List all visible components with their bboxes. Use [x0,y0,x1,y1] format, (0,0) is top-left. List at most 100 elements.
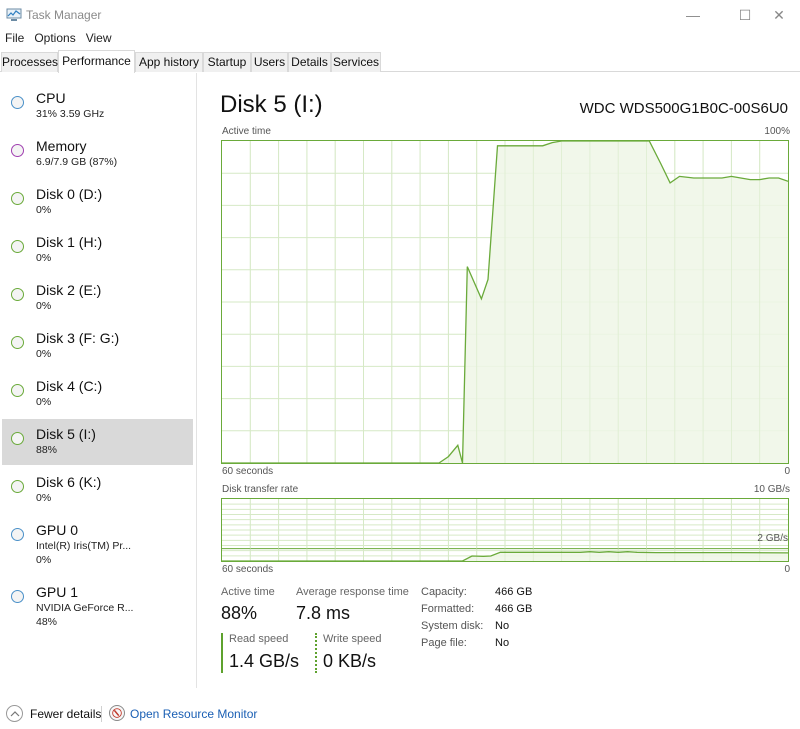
close-button[interactable]: ✕ [756,0,800,30]
sidebar-item-title: Disk 1 (H:) [36,234,103,250]
page-file-label: Page file: [421,637,467,649]
sidebar-item-title: Disk 4 (C:) [36,378,103,394]
sidebar-item-subtitle: 6.9/7.9 GB (87%) [36,156,118,168]
sidebar-item-disk-6[interactable]: Disk 6 (K:) 0% [2,471,193,519]
sidebar-item-subtitle: Intel(R) Iris(TM) Pr... [36,540,132,552]
task-manager-icon [6,8,22,21]
sidebar-item-gpu-0[interactable]: GPU 0 Intel(R) Iris(TM) Pr... 0% [2,519,193,575]
sidebar-item-title: Disk 0 (D:) [36,186,103,202]
read-speed-label: Read speed [229,633,289,645]
fewer-details-link[interactable]: Fewer details [30,707,101,721]
active-time-chart-title: Active time [222,126,271,137]
sidebar-item-cpu[interactable]: CPU 31% 3.59 GHz [2,87,193,135]
chevron-up-icon [10,711,19,717]
sidebar-item-subtitle: 0% [36,252,52,264]
page-file-value: No [495,637,510,649]
sidebar-item-subtitle: 31% 3.59 GHz [36,108,105,120]
memory-indicator-icon [11,144,24,157]
sidebar-item-title: CPU [36,90,66,106]
window-title: Task Manager [26,8,102,22]
sidebar-item-title: Disk 5 (I:) [36,426,96,442]
system-disk-label: System disk: [421,620,484,632]
menu-view[interactable]: View [81,30,117,48]
tab-performance[interactable]: Performance [58,50,135,73]
tab-details[interactable]: Details [288,52,331,72]
sidebar-item-subtitle: 0% [36,492,52,504]
minimize-button[interactable]: — [670,0,716,30]
sidebar-item-disk-3[interactable]: Disk 3 (F: G:) 0% [2,327,193,375]
sidebar-item-subtitle: 0% [36,300,52,312]
resource-monitor-icon[interactable] [109,705,125,721]
sidebar-item-disk-1[interactable]: Disk 1 (H:) 0% [2,231,193,279]
disk-indicator-icon [11,384,24,397]
disk-indicator-icon [11,336,24,349]
sidebar-item-memory[interactable]: Memory 6.9/7.9 GB (87%) [2,135,193,183]
avg-response-label: Average response time [296,586,409,598]
tab-startup[interactable]: Startup [203,52,251,72]
sidebar-item-title: GPU 0 [36,522,79,538]
title-bar: Task Manager — ☐ ✕ [0,0,800,30]
menu-file[interactable]: File [0,30,29,48]
sidebar-item-disk-5[interactable]: Disk 5 (I:) 88% [2,419,193,465]
transfer-rate-chart [221,498,789,562]
active-time-value: 88% [221,603,258,623]
tab-users[interactable]: Users [251,52,288,72]
active-time-label: Active time [221,586,275,598]
gpu-indicator-icon [11,590,24,603]
transfer-rate-chart-ymax: 10 GB/s [753,484,790,495]
sidebar-item-title: Disk 2 (E:) [36,282,102,298]
open-resource-monitor-link[interactable]: Open Resource Monitor [130,707,257,721]
transfer-rate-chart-xlabel: 60 seconds [222,564,274,575]
page-title: Disk 5 (I:) [220,91,323,118]
footer-divider [101,706,102,722]
avg-response-value: 7.8 ms [296,603,351,623]
cpu-indicator-icon [11,96,24,109]
sidebar-item-disk-4[interactable]: Disk 4 (C:) 0% [2,375,193,423]
sidebar-item-subtitle: 0% [36,204,52,216]
transfer-rate-reference-label: 2 GB/s [757,533,788,544]
active-time-chart-plot [222,141,788,463]
sidebar-item-usage: 48% [36,616,58,628]
tab-app-history[interactable]: App history [135,52,203,72]
maximize-icon: ☐ [738,6,752,23]
transfer-rate-chart-plot [222,499,788,561]
tab-processes[interactable]: Processes [1,52,58,72]
minimize-icon: — [686,7,700,23]
formatted-label: Formatted: [421,603,475,615]
sidebar-item-title: Memory [36,138,87,154]
fewer-details-button[interactable] [6,705,23,722]
footer: Fewer details Open Resource Monitor [0,700,800,729]
sidebar-item-subtitle: 0% [36,396,52,408]
disk-indicator-icon [11,432,24,445]
transfer-rate-chart-xend: 0 [784,564,790,575]
active-time-chart [221,140,789,464]
write-speed-label: Write speed [323,633,382,645]
disk-model: WDC WDS500G1B0C-00S6U0 [579,100,788,117]
sidebar: CPU 31% 3.59 GHz Memory 6.9/7.9 GB (87%)… [0,73,197,688]
sidebar-item-disk-0[interactable]: Disk 0 (D:) 0% [2,183,193,231]
disk-indicator-icon [11,288,24,301]
sidebar-item-title: GPU 1 [36,584,79,600]
disk-indicator-icon [11,192,24,205]
tab-services[interactable]: Services [331,52,381,72]
write-speed-indicator [315,633,317,673]
active-time-chart-ymax: 100% [764,126,790,137]
system-disk-value: No [495,620,510,632]
active-time-chart-xlabel: 60 seconds [222,466,274,477]
read-speed-indicator [221,633,223,673]
formatted-value: 466 GB [495,603,533,615]
sidebar-item-disk-2[interactable]: Disk 2 (E:) 0% [2,279,193,327]
menu-options[interactable]: Options [29,30,80,48]
sidebar-item-gpu-1[interactable]: GPU 1 NVIDIA GeForce R... 48% [2,581,193,637]
sidebar-item-subtitle: 88% [36,444,58,456]
active-time-chart-xend: 0 [784,466,790,477]
tab-strip: Processes Performance App history Startu… [0,50,800,73]
sidebar-item-subtitle: NVIDIA GeForce R... [36,602,134,614]
sidebar-item-subtitle: 0% [36,348,52,360]
capacity-label: Capacity: [421,586,467,598]
close-icon: ✕ [773,6,785,23]
disk-detail-panel: Disk 5 (I:) WDC WDS500G1B0C-00S6U0 Activ… [198,73,800,688]
transfer-rate-chart-title: Disk transfer rate [222,484,299,495]
write-speed-value: 0 KB/s [323,651,377,671]
sidebar-item-title: Disk 3 (F: G:) [36,330,120,346]
